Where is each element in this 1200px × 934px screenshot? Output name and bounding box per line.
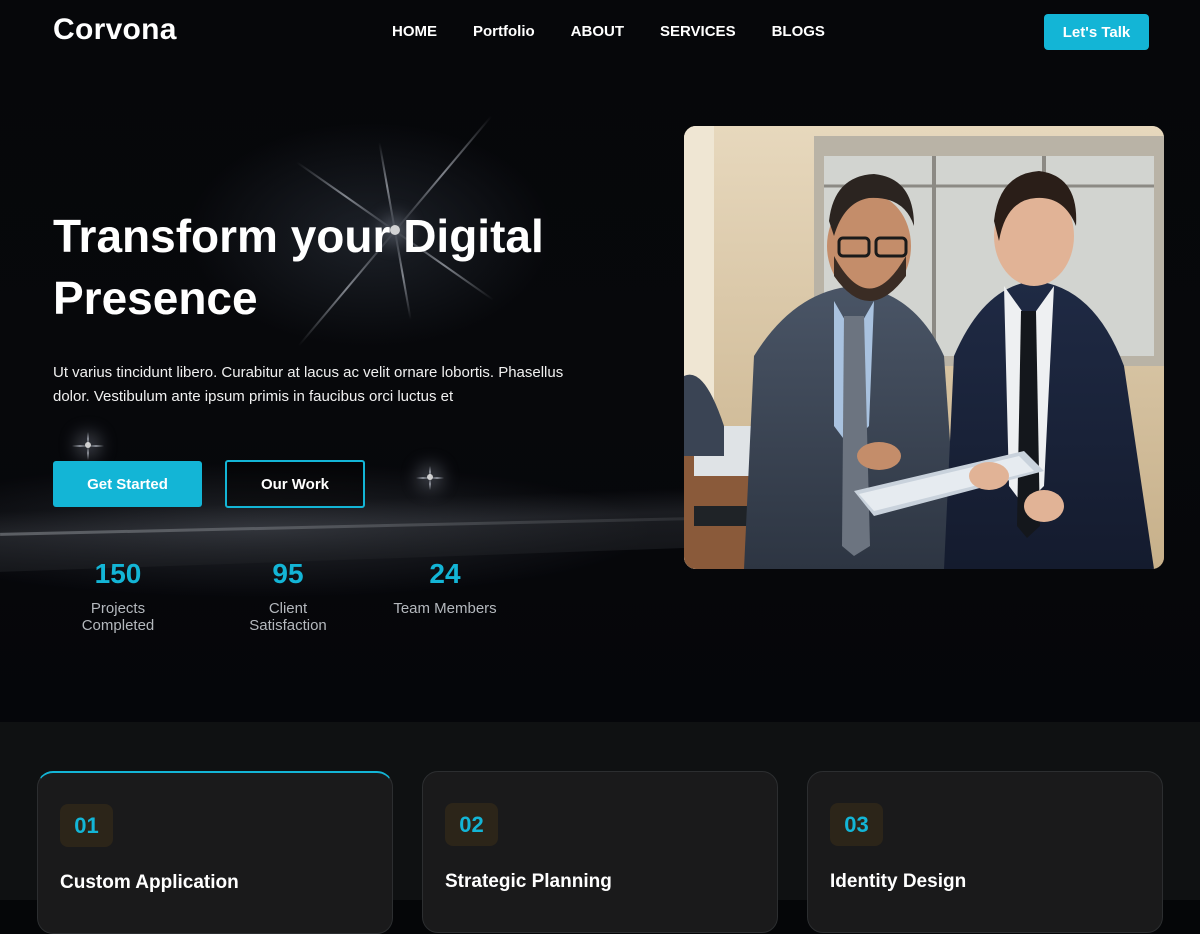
nav-item-about[interactable]: ABOUT (571, 23, 624, 40)
service-card-title: Custom Application (60, 872, 239, 893)
service-card-identity-design[interactable]: 03 Identity Design (807, 771, 1163, 933)
stat-satisfaction: 95 Client Satisfaction (228, 557, 348, 634)
stat-label: Projects Completed (81, 600, 155, 634)
service-card-title: Identity Design (830, 871, 967, 892)
service-number-badge: 01 (60, 804, 113, 847)
service-number-badge: 02 (445, 803, 498, 846)
business-meeting-photo (684, 126, 1164, 569)
top-navbar: Corvona HOME Portfolio ABOUT SERVICES BL… (0, 0, 1200, 64)
stat-value: 95 (272, 558, 304, 589)
service-card-title: Strategic Planning (445, 871, 612, 892)
service-card-custom-application[interactable]: 01 Custom Application (37, 771, 393, 934)
business-meeting-illustration (684, 126, 1164, 569)
service-number-badge: 03 (830, 803, 883, 846)
nav-item-portfolio[interactable]: Portfolio (473, 23, 535, 40)
stat-projects: 150 Projects Completed (53, 557, 183, 634)
nav-item-services[interactable]: SERVICES (660, 23, 736, 40)
lets-talk-button[interactable]: Let's Talk (1044, 14, 1149, 50)
service-card-strategic-planning[interactable]: 02 Strategic Planning (422, 771, 778, 933)
stat-label: Client Satisfaction (249, 600, 327, 634)
brand-logo[interactable]: Corvona (53, 13, 177, 47)
stat-label: Team Members (393, 600, 497, 617)
get-started-button[interactable]: Get Started (53, 461, 202, 507)
nav-item-home[interactable]: HOME (392, 23, 437, 40)
nav-menu: HOME Portfolio ABOUT SERVICES BLOGS (392, 23, 861, 40)
our-work-button[interactable]: Our Work (225, 460, 365, 508)
hero-description: Ut varius tincidunt libero. Curabitur at… (53, 364, 564, 405)
hero-title-line-1: Transform your Digital (53, 210, 544, 262)
stat-value: 24 (429, 558, 461, 589)
stat-team: 24 Team Members (393, 557, 497, 617)
nav-item-blogs[interactable]: BLOGS (772, 23, 825, 40)
services-section: 01 Custom Application 02 Strategic Plann… (0, 722, 1200, 934)
stat-value: 150 (94, 558, 142, 589)
hero-title: Transform your Digital Presence (53, 205, 613, 329)
hero-title-line-2: Presence (53, 272, 258, 324)
